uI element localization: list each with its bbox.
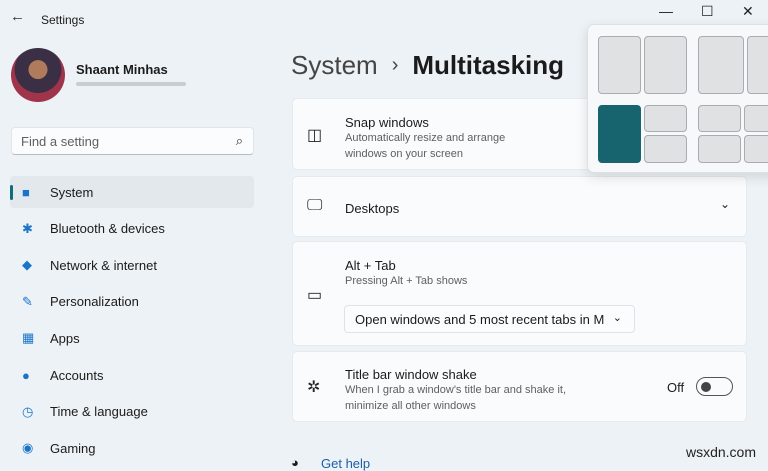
search-input[interactable]: Find a setting ⌕	[11, 127, 254, 155]
nav-icon: ■	[22, 184, 30, 200]
card-title: Title bar window shake	[345, 367, 477, 382]
alt-tab-icon: ▭	[307, 287, 323, 304]
sidebar-item-accounts[interactable]: ● Accounts	[10, 359, 254, 391]
chevron-down-icon: ⌄	[612, 312, 622, 324]
card-title: Snap windows	[345, 115, 429, 130]
sidebar-item-label: System	[50, 184, 94, 200]
sidebar-item-personalization[interactable]: ✎ Personalization	[10, 286, 254, 318]
nav-icon: ✱	[22, 220, 33, 236]
search-icon: ⌕	[235, 133, 243, 148]
sidebar-item-network-internet[interactable]: ◆ Network & internet	[10, 249, 254, 281]
breadcrumb: System › Multitasking	[291, 50, 564, 81]
sidebar-item-label: Time & language	[50, 404, 148, 420]
sidebar-item-label: Network & internet	[50, 257, 157, 273]
desktop-icon: 🖵	[307, 197, 323, 214]
snap-zone[interactable]	[698, 105, 741, 132]
help-icon: ◕	[291, 455, 299, 470]
dropdown-value: Open windows and 5 most recent tabs in M	[355, 312, 605, 327]
nav-icon: ◆	[22, 257, 32, 273]
desktops-card[interactable]: 🖵 Desktops ⌄	[292, 176, 747, 237]
card-desc: When I grab a window's title bar and sha…	[345, 384, 566, 412]
sidebar-item-label: Gaming	[50, 440, 96, 456]
app-title: Settings	[41, 13, 85, 27]
search-placeholder: Find a setting	[21, 134, 100, 149]
sidebar-item-system[interactable]: ■ System	[10, 176, 254, 208]
minimize-icon[interactable]: —	[659, 3, 673, 19]
nav-icon: ◷	[22, 403, 34, 419]
snap-icon: ◫	[307, 127, 323, 144]
sidebar-item-apps[interactable]: ▦ Apps	[10, 322, 254, 354]
card-title: Desktops	[345, 201, 400, 216]
snap-layouts-flyout	[587, 24, 768, 173]
breadcrumb-parent[interactable]: System	[291, 50, 378, 81]
cursor-shake-icon: ✲	[307, 379, 321, 396]
snap-zone[interactable]	[598, 36, 641, 94]
watermark: wsxdn.com	[685, 444, 756, 460]
snap-zone[interactable]	[698, 135, 741, 163]
nav-icon: ◉	[22, 440, 34, 456]
snap-zone[interactable]	[747, 36, 768, 94]
snap-zone[interactable]	[744, 135, 768, 163]
snap-zone-selected[interactable]	[598, 105, 641, 163]
close-icon[interactable]: ✕	[742, 3, 754, 20]
sidebar-item-gaming[interactable]: ◉ Gaming	[10, 432, 254, 464]
card-desc: Automatically resize and arrange windows…	[345, 132, 506, 160]
maximize-icon[interactable]: ☐	[701, 3, 714, 20]
sidebar-item-bluetooth-devices[interactable]: ✱ Bluetooth & devices	[10, 213, 254, 245]
back-button[interactable]: ←	[10, 8, 25, 25]
toggle-state-label: Off	[667, 380, 685, 395]
title-bar-shake-card: ✲ Title bar window shake When I grab a w…	[292, 351, 747, 422]
card-title: Alt + Tab	[345, 258, 396, 273]
nav-icon: ✎	[22, 293, 33, 309]
sidebar-item-time-language[interactable]: ◷ Time & language	[10, 396, 254, 428]
avatar	[11, 48, 65, 102]
sidebar-item-label: Personalization	[50, 294, 139, 310]
card-desc: Pressing Alt + Tab shows	[345, 275, 468, 287]
sidebar-item-label: Apps	[50, 330, 80, 346]
snap-zone[interactable]	[644, 36, 687, 94]
user-email-redacted	[76, 82, 186, 86]
nav-icon: ▦	[22, 330, 35, 346]
nav-icon: ●	[22, 367, 30, 383]
alt-tab-dropdown[interactable]: Open windows and 5 most recent tabs in M…	[344, 305, 635, 333]
sidebar-item-label: Bluetooth & devices	[50, 221, 165, 237]
title-bar-shake-toggle[interactable]	[696, 377, 733, 396]
page-title: Multitasking	[412, 50, 565, 80]
chevron-down-icon: ⌄	[719, 197, 730, 211]
snap-zone[interactable]	[644, 135, 687, 163]
breadcrumb-separator: ›	[391, 54, 399, 76]
snap-zone[interactable]	[644, 105, 687, 132]
snap-zone[interactable]	[744, 105, 768, 132]
user-name: Shaant Minhas	[76, 62, 168, 77]
sidebar-item-label: Accounts	[50, 367, 104, 383]
snap-zone[interactable]	[698, 36, 744, 94]
